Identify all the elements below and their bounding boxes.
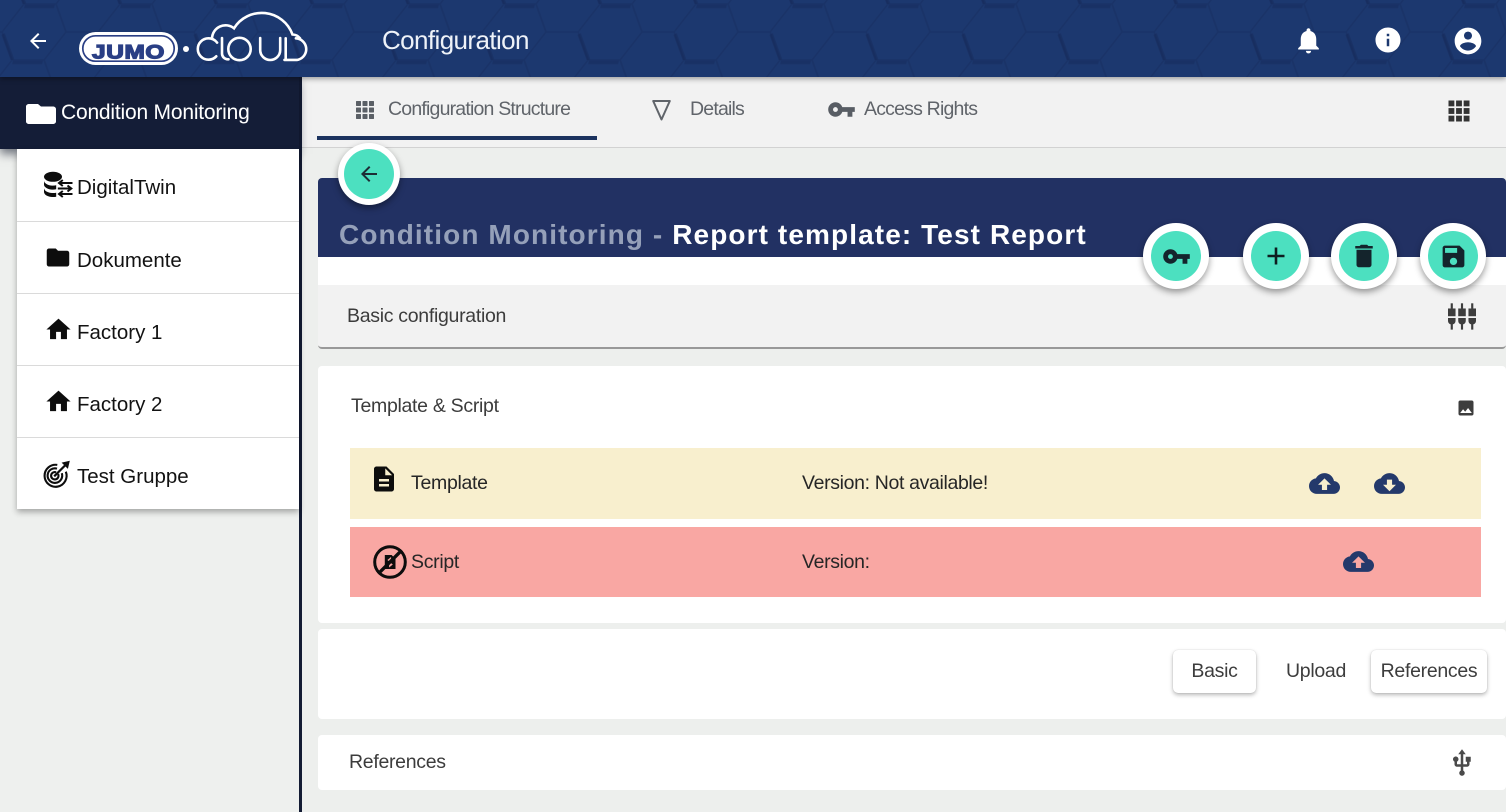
svg-text:JUMO: JUMO — [92, 41, 165, 63]
